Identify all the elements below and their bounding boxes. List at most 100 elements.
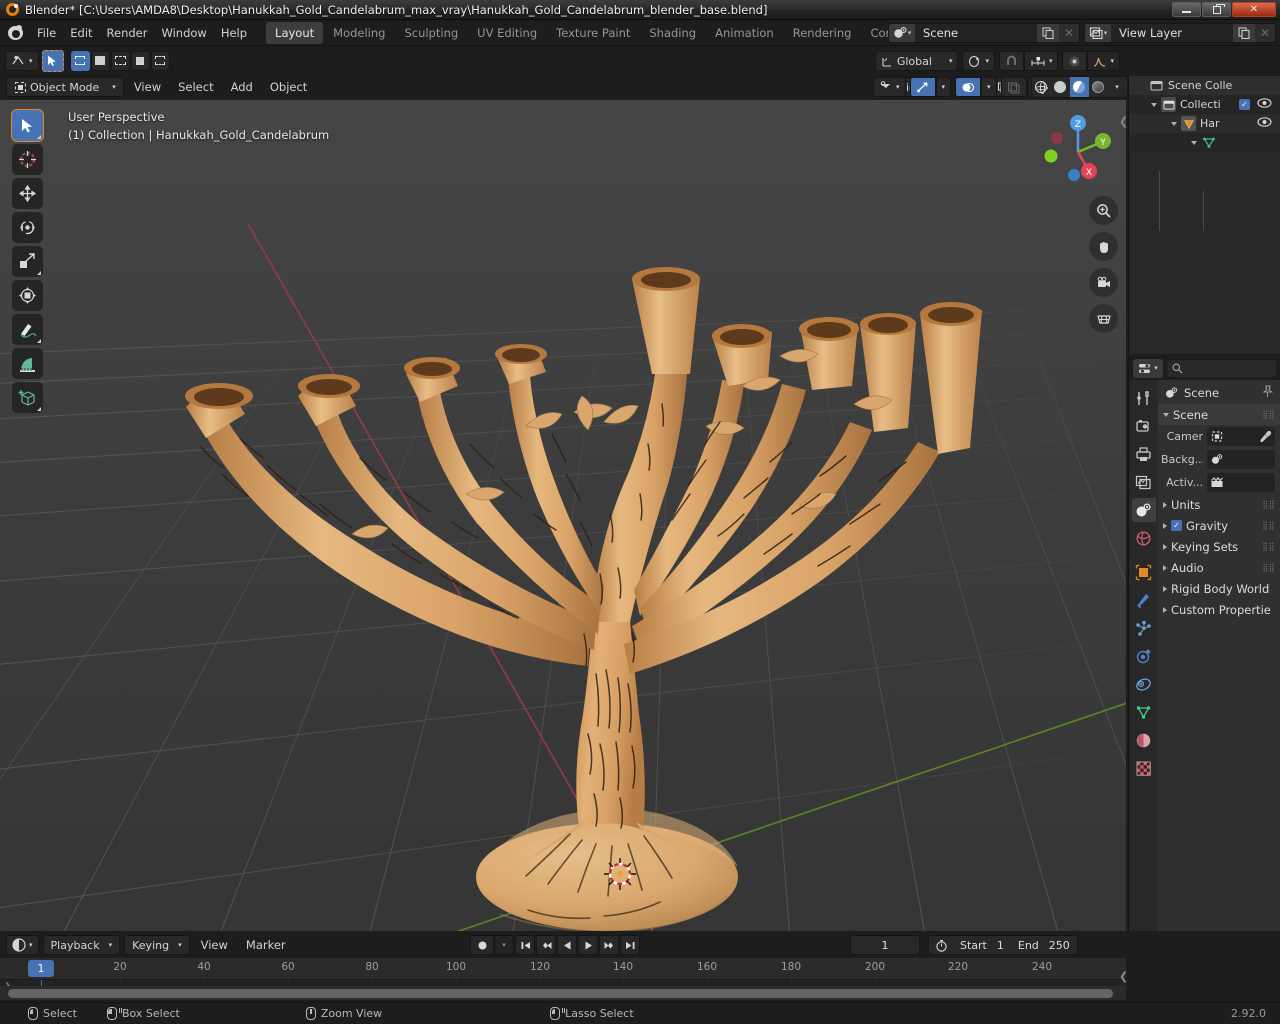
end-frame-field[interactable]: End 250: [1010, 936, 1077, 954]
new-viewlayer-icon[interactable]: [1233, 24, 1255, 42]
viewport-menu-add[interactable]: Add: [224, 77, 260, 97]
panel-header-keying-sets[interactable]: Keying Sets ⣿⣿: [1158, 536, 1280, 557]
viewlayer-name-field[interactable]: View Layer: [1111, 24, 1233, 42]
rotate-tool-icon[interactable]: [12, 212, 43, 243]
timeline-ruler[interactable]: 20 40 60 80 100 120 140 160 180 200 220 …: [0, 958, 1126, 980]
snap-increment-icon[interactable]: ▾: [1023, 51, 1059, 71]
xray-icon[interactable]: [955, 77, 982, 97]
falloff-curve-icon[interactable]: ▾: [1087, 51, 1120, 71]
navigation-gizmo[interactable]: Z Y X: [1038, 108, 1118, 188]
texture-tab-icon[interactable]: [1132, 756, 1156, 780]
physics-tab-icon[interactable]: [1132, 644, 1156, 668]
stopwatch-icon[interactable]: [929, 936, 953, 954]
workspace-tab-animation[interactable]: Animation: [706, 22, 783, 44]
panel-header-gravity[interactable]: ✓ Gravity ⣿⣿: [1158, 515, 1280, 536]
output-tab-icon[interactable]: [1132, 442, 1156, 466]
blender-menu-icon[interactable]: [6, 23, 26, 43]
viewport-sidebar-toggle[interactable]: ❮: [1119, 115, 1128, 128]
timeline-menu-marker[interactable]: Marker: [239, 935, 293, 955]
measure-tool-icon[interactable]: [12, 348, 43, 379]
viewport-menu-object[interactable]: Object: [263, 77, 314, 97]
material-preview-shading-icon[interactable]: [1069, 77, 1089, 97]
jump-start-icon[interactable]: [515, 935, 535, 955]
prev-keyframe-icon[interactable]: [536, 935, 556, 955]
wireframe-shading-icon[interactable]: [1032, 77, 1051, 97]
panel-header-rigid-body-world[interactable]: Rigid Body World: [1158, 578, 1280, 599]
background-scene-field[interactable]: [1207, 450, 1275, 469]
scene-datablock[interactable]: ▾ Scene ✕: [888, 23, 1080, 43]
play-icon[interactable]: [578, 935, 598, 955]
menu-file[interactable]: File: [30, 23, 63, 43]
transform-tool-icon[interactable]: [12, 280, 43, 311]
tool-tab-icon[interactable]: [1132, 386, 1156, 410]
chevron-down-icon[interactable]: [1191, 140, 1197, 145]
chevron-down-icon[interactable]: [1151, 102, 1157, 107]
select-subtract-icon[interactable]: [110, 50, 130, 71]
active-clip-field[interactable]: [1207, 473, 1275, 492]
particles-tab-icon[interactable]: [1132, 616, 1156, 640]
playhead[interactable]: 1: [28, 960, 54, 977]
new-scene-icon[interactable]: [1037, 24, 1059, 42]
menorah-3d-model[interactable]: [0, 74, 1126, 931]
shading-dropdown[interactable]: ▾: [1108, 77, 1127, 97]
timeline-sidebar-toggle[interactable]: ❮: [1119, 970, 1128, 983]
outliner-row-object[interactable]: Har: [1129, 114, 1280, 133]
object-visibility-eye-icon[interactable]: [1257, 117, 1272, 130]
annotate-tool-icon[interactable]: [12, 314, 43, 345]
viewlayer-datablock[interactable]: ▾ View Layer ✕: [1084, 23, 1276, 43]
workspace-tab-shading[interactable]: Shading: [640, 22, 705, 44]
pivot-point-icon[interactable]: ▾: [962, 51, 995, 71]
current-frame-field[interactable]: 1: [850, 935, 920, 955]
keying-dropdown[interactable]: Keying ▾: [124, 935, 190, 955]
outliner-editor[interactable]: Scene Colle Collecti ✓ Har: [1128, 76, 1280, 354]
scene-tab-icon[interactable]: [1131, 498, 1156, 522]
select-box-tool-icon[interactable]: [41, 49, 64, 72]
add-cube-tool-icon[interactable]: [12, 382, 43, 413]
pan-view-icon[interactable]: [1089, 232, 1118, 261]
panel-header-units[interactable]: Units ⣿⣿: [1158, 494, 1280, 515]
collection-visibility-eye-icon[interactable]: [1257, 98, 1272, 111]
proportional-edit-icon[interactable]: [1062, 51, 1088, 71]
transform-orientation-dropdown[interactable]: Global ▾: [874, 51, 959, 71]
3d-viewport[interactable]: User Perspective (1) Collection | Hanukk…: [0, 74, 1126, 931]
cursor-tool-icon[interactable]: [12, 144, 43, 175]
panel-header-scene[interactable]: Scene ⣿⣿: [1158, 404, 1280, 425]
viewport-menu-select[interactable]: Select: [171, 77, 220, 97]
menu-window[interactable]: Window: [154, 23, 213, 43]
unlink-viewlayer-icon[interactable]: ✕: [1255, 24, 1275, 42]
snap-magnet-icon[interactable]: [998, 51, 1024, 71]
zoom-view-icon[interactable]: [1089, 196, 1118, 225]
workspace-tab-texture-paint[interactable]: Texture Paint: [547, 22, 639, 44]
unlink-scene-icon[interactable]: ✕: [1059, 24, 1079, 42]
properties-search-input[interactable]: [1167, 359, 1276, 377]
select-extend-icon[interactable]: [90, 50, 110, 71]
timeline-scrollbar-track[interactable]: [0, 986, 1126, 1000]
overlays-dropdown[interactable]: ▾: [935, 77, 952, 97]
outliner-row-collection[interactable]: Collecti ✓: [1129, 95, 1280, 114]
viewlayer-icon[interactable]: ▾: [1085, 24, 1111, 42]
restore-button[interactable]: [1202, 2, 1231, 17]
select-set-icon[interactable]: [70, 50, 90, 71]
overlays-icon[interactable]: [909, 77, 936, 97]
move-tool-icon[interactable]: [12, 178, 43, 209]
menu-render[interactable]: Render: [100, 23, 155, 43]
workspace-tab-rendering[interactable]: Rendering: [784, 22, 861, 44]
chevron-down-icon[interactable]: [1171, 121, 1177, 126]
camera-field[interactable]: [1207, 427, 1275, 446]
modifier-tab-icon[interactable]: [1132, 588, 1156, 612]
scale-tool-icon[interactable]: [12, 246, 43, 277]
object-data-tab-icon[interactable]: [1132, 700, 1156, 724]
pin-icon[interactable]: [1261, 385, 1274, 401]
view-layer-tab-icon[interactable]: [1132, 470, 1156, 494]
object-mode-dropdown[interactable]: Object Mode ▾: [6, 77, 124, 97]
panel-header-custom-properties[interactable]: Custom Propertie: [1158, 599, 1280, 620]
render-tab-icon[interactable]: [1132, 414, 1156, 438]
auto-keyframe-dropdown[interactable]: ▾: [494, 935, 514, 955]
workspace-tab-sculpting[interactable]: Sculpting: [395, 22, 467, 44]
scene-name-field[interactable]: Scene: [915, 24, 1037, 42]
properties-editor[interactable]: ▾ Scene Scene ⣿⣿ Camer Backg... Activ...…: [1128, 356, 1280, 931]
toggle-xray-button[interactable]: [1000, 77, 1027, 97]
outliner-row-scene-collection[interactable]: Scene Colle: [1129, 76, 1280, 95]
timeline-editor-icon[interactable]: ▾: [6, 935, 39, 955]
properties-editor-icon[interactable]: ▾: [1133, 358, 1163, 378]
